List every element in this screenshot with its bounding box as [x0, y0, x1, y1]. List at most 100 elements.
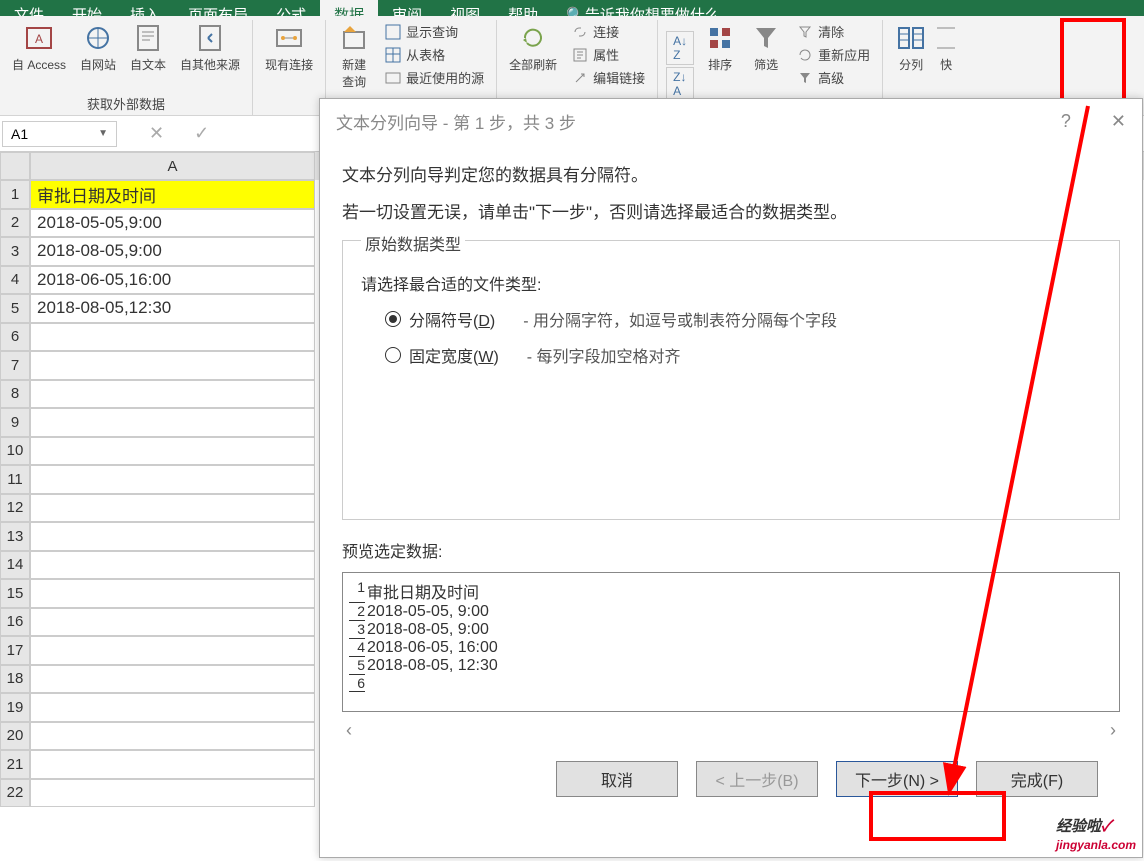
finish-button[interactable]: 完成(F): [976, 761, 1098, 797]
fieldset-legend: 原始数据类型: [361, 231, 465, 255]
tab-insert[interactable]: 插入: [116, 0, 174, 16]
cell[interactable]: [30, 636, 315, 665]
tab-layout[interactable]: 页面布局: [174, 0, 262, 16]
text-to-columns-wizard-dialog: 文本分列向导 - 第 1 步，共 3 步 ? ✕ 文本分列向导判定您的数据具有分…: [319, 98, 1143, 858]
from-table-icon: [384, 46, 402, 64]
help-icon[interactable]: ?: [1061, 111, 1071, 132]
other-sources-icon: [194, 22, 226, 54]
cell[interactable]: [30, 665, 315, 694]
row-header[interactable]: 21: [0, 750, 30, 779]
access-icon: A: [23, 22, 55, 54]
cell[interactable]: [30, 722, 315, 751]
row-header[interactable]: 6: [0, 323, 30, 352]
row-header[interactable]: 7: [0, 351, 30, 380]
btn-from-web[interactable]: 自网站: [76, 20, 120, 92]
cell[interactable]: [30, 608, 315, 637]
btn-advanced-filter[interactable]: 高级: [796, 68, 870, 87]
cell[interactable]: 2018-08-05,12:30: [30, 294, 315, 323]
close-icon[interactable]: ✕: [1111, 111, 1126, 132]
row-header[interactable]: 3: [0, 237, 30, 266]
cell[interactable]: [30, 779, 315, 808]
row-header[interactable]: 17: [0, 636, 30, 665]
properties-icon: [571, 46, 589, 64]
btn-from-other[interactable]: 自其他来源: [176, 20, 244, 92]
cell[interactable]: [30, 494, 315, 523]
row-header[interactable]: 4: [0, 266, 30, 295]
row-header[interactable]: 22: [0, 779, 30, 808]
tab-file[interactable]: 文件: [0, 0, 58, 16]
cell[interactable]: 2018-06-05,16:00: [30, 266, 315, 295]
btn-properties[interactable]: 属性: [571, 45, 645, 64]
row-header[interactable]: 1: [0, 180, 30, 209]
row-header[interactable]: 10: [0, 437, 30, 466]
name-box[interactable]: A1▼: [2, 121, 117, 147]
tab-home[interactable]: 开始: [58, 0, 116, 16]
btn-from-table[interactable]: 从表格: [384, 45, 484, 64]
cell[interactable]: 2018-05-05,9:00: [30, 209, 315, 238]
radio-fixed-width[interactable]: 固定宽度(W): [385, 343, 499, 367]
btn-sort-za[interactable]: Z↓A: [666, 67, 694, 101]
row-header[interactable]: 18: [0, 665, 30, 694]
btn-show-queries[interactable]: 显示查询: [384, 22, 484, 41]
row-header[interactable]: 8: [0, 380, 30, 409]
reapply-icon: [796, 46, 814, 64]
row-header[interactable]: 19: [0, 693, 30, 722]
cell[interactable]: [30, 408, 315, 437]
btn-existing-connections[interactable]: 现有连接: [261, 20, 317, 111]
confirm-formula-icon[interactable]: ✓: [194, 123, 209, 144]
menu-tabs: 文件 开始 插入 页面布局 公式 数据 审阅 视图 帮助 🔍 告诉我你想要做什么: [0, 0, 1144, 16]
row-header[interactable]: 13: [0, 522, 30, 551]
next-button[interactable]: 下一步(N) >: [836, 761, 958, 797]
select-all-corner[interactable]: [0, 152, 30, 180]
row-header[interactable]: 14: [0, 551, 30, 580]
btn-sort-az[interactable]: A↓Z: [666, 31, 694, 65]
search-hint[interactable]: 🔍 告诉我你想要做什么: [552, 0, 734, 16]
btn-connections[interactable]: 连接: [571, 22, 645, 41]
cell[interactable]: 2018-08-05,9:00: [30, 237, 315, 266]
cancel-button[interactable]: 取消: [556, 761, 678, 797]
tab-data[interactable]: 数据: [320, 0, 378, 16]
btn-from-text[interactable]: 自文本: [126, 20, 170, 92]
cell-a1[interactable]: 审批日期及时间: [30, 180, 315, 209]
sort-icon: [704, 22, 736, 54]
link-icon: [571, 23, 589, 41]
tab-view[interactable]: 视图: [436, 0, 494, 16]
file-type-label: 请选择最合适的文件类型:: [361, 271, 1101, 295]
cell[interactable]: [30, 551, 315, 580]
row-header[interactable]: 11: [0, 465, 30, 494]
cell[interactable]: [30, 579, 315, 608]
btn-clear-filter[interactable]: 清除: [796, 22, 870, 41]
row-header[interactable]: 9: [0, 408, 30, 437]
namebox-dropdown-icon[interactable]: ▼: [98, 128, 108, 139]
cell[interactable]: [30, 323, 315, 352]
tab-review[interactable]: 审阅: [378, 0, 436, 16]
tab-formula[interactable]: 公式: [262, 0, 320, 16]
radio-delimited[interactable]: 分隔符号(D): [385, 307, 495, 331]
cancel-formula-icon[interactable]: ✕: [149, 123, 164, 144]
btn-edit-links[interactable]: 编辑链接: [571, 68, 645, 87]
row-header[interactable]: 15: [0, 579, 30, 608]
row-header[interactable]: 20: [0, 722, 30, 751]
connections-icon: [273, 22, 305, 54]
cell[interactable]: [30, 465, 315, 494]
cell[interactable]: [30, 380, 315, 409]
tab-help[interactable]: 帮助: [494, 0, 552, 16]
row-header[interactable]: 12: [0, 494, 30, 523]
btn-recent-sources[interactable]: 最近使用的源: [384, 68, 484, 87]
btn-reapply[interactable]: 重新应用: [796, 45, 870, 64]
radio-delimited-desc: - 用分隔字符，如逗号或制表符分隔每个字段: [523, 307, 837, 331]
preview-scroll[interactable]: ‹›: [342, 712, 1120, 741]
cell[interactable]: [30, 351, 315, 380]
cell[interactable]: [30, 693, 315, 722]
cell[interactable]: [30, 522, 315, 551]
col-header-a[interactable]: A: [30, 152, 315, 180]
preview-box[interactable]: 1审批日期及时间 22018-05-05, 9:00 32018-08-05, …: [342, 572, 1120, 712]
btn-from-access[interactable]: A 自 Access: [8, 20, 70, 92]
radio-fixed-width-desc: - 每列字段加空格对齐: [527, 343, 681, 367]
row-header[interactable]: 16: [0, 608, 30, 637]
cell[interactable]: [30, 437, 315, 466]
row-header[interactable]: 2: [0, 209, 30, 238]
cell[interactable]: [30, 750, 315, 779]
dialog-titlebar[interactable]: 文本分列向导 - 第 1 步，共 3 步 ? ✕: [320, 99, 1142, 144]
row-header[interactable]: 5: [0, 294, 30, 323]
